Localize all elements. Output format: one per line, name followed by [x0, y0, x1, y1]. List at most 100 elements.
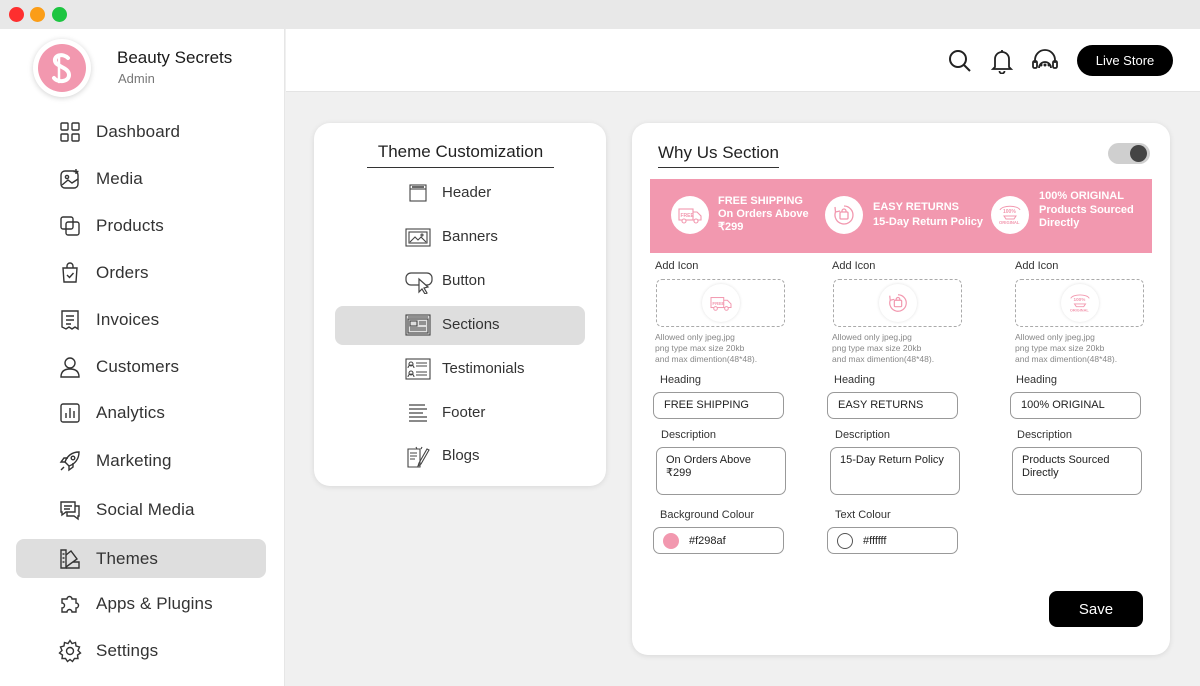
theme-item-button[interactable]: Button: [335, 262, 585, 301]
upload-hint-line: png type max size 20kb: [1015, 343, 1105, 353]
close-window-button[interactable]: [9, 7, 24, 22]
add-icon-label: Add Icon: [1015, 260, 1059, 272]
text-colour-label: Text Colour: [835, 509, 891, 521]
theme-item-blogs[interactable]: Blogs: [335, 437, 585, 476]
why-us-preview-banner: FREE FREE SHIPPING On Orders Above ₹299 …: [650, 179, 1152, 253]
sidebar-item-orders[interactable]: Orders: [16, 253, 266, 292]
themes-icon: [58, 547, 82, 571]
header-icon: [405, 182, 431, 204]
icon-upload-dropzone-1[interactable]: FREE: [656, 279, 785, 327]
preview-item-free-shipping: FREE FREE SHIPPING On Orders Above ₹299: [650, 179, 810, 253]
heading-label: Heading: [834, 374, 875, 386]
theme-item-sections[interactable]: Sections: [335, 306, 585, 345]
upload-hint-line: png type max size 20kb: [832, 343, 922, 353]
sidebar: Beauty Secrets Admin Dashboard Media Pro…: [0, 29, 285, 686]
svg-text:ORIGINAL: ORIGINAL: [999, 220, 1020, 225]
heading-input-2[interactable]: EASY RETURNS: [827, 392, 958, 419]
social-media-icon: [58, 498, 82, 522]
sidebar-item-label: Invoices: [96, 309, 160, 329]
sidebar-item-dashboard[interactable]: Dashboard: [16, 112, 266, 151]
heading-input-3[interactable]: 100% ORIGINAL: [1010, 392, 1141, 419]
background-colour-swatch[interactable]: [663, 533, 679, 549]
upload-hint-line: and max dimention(48*48).: [655, 354, 758, 364]
products-icon: [58, 214, 82, 238]
upload-hint: Allowed only jpeg,jpg png type max size …: [1015, 332, 1155, 365]
background-colour-input[interactable]: #f298af: [653, 527, 784, 554]
media-icon: [58, 167, 82, 191]
sidebar-item-settings[interactable]: Settings: [16, 631, 266, 670]
theme-item-testimonials[interactable]: Testimonials: [335, 350, 585, 389]
banners-icon: [405, 226, 431, 248]
sidebar-item-label: Marketing: [96, 450, 172, 470]
theme-item-label: Blogs: [442, 447, 480, 464]
theme-item-footer[interactable]: Footer: [335, 394, 585, 433]
preview-heading: FREE SHIPPING: [718, 195, 803, 207]
save-button[interactable]: Save: [1049, 591, 1143, 627]
svg-text:100%: 100%: [1073, 297, 1085, 302]
sidebar-item-marketing[interactable]: Marketing: [16, 441, 266, 480]
background-colour-label: Background Colour: [660, 509, 755, 521]
bell-icon[interactable]: [989, 48, 1015, 75]
sidebar-item-media[interactable]: Media: [16, 159, 266, 198]
search-icon[interactable]: [947, 48, 973, 74]
sidebar-item-social-media[interactable]: Social Media: [16, 490, 266, 529]
upload-hint-line: png type max size 20kb: [655, 343, 745, 353]
sidebar-item-themes[interactable]: Themes: [16, 539, 266, 578]
brand-logo-icon: [38, 44, 86, 92]
icon-upload-dropzone-3[interactable]: 100% ORIGINAL: [1015, 279, 1144, 327]
text-colour-input[interactable]: #ffffff: [827, 527, 958, 554]
settings-icon: [58, 638, 82, 663]
svg-text:100%: 100%: [1003, 209, 1016, 215]
theme-item-label: Banners: [442, 228, 498, 245]
sidebar-item-apps-plugins[interactable]: Apps & Plugins: [16, 584, 266, 623]
sidebar-item-invoices[interactable]: Invoices: [16, 300, 266, 339]
brand-avatar[interactable]: [33, 39, 91, 97]
theme-item-label: Button: [442, 272, 486, 289]
upload-hint-line: Allowed only jpeg,jpg: [832, 332, 912, 342]
sidebar-item-label: Themes: [96, 548, 159, 568]
description-input-1[interactable]: On Orders Above ₹299: [656, 447, 786, 495]
preview-item-easy-returns: EASY RETURNS 15-Day Return Policy: [810, 179, 983, 253]
support-headset-icon[interactable]: [1031, 48, 1058, 74]
sidebar-item-label: Analytics: [96, 402, 165, 422]
description-input-2[interactable]: 15-Day Return Policy: [830, 447, 960, 495]
svg-text:ORIGINAL: ORIGINAL: [1069, 307, 1089, 312]
analytics-icon: [58, 401, 82, 425]
minimize-window-button[interactable]: [30, 7, 45, 22]
upload-hint-line: and max dimention(48*48).: [1015, 354, 1118, 364]
preview-description: On Orders Above ₹299: [718, 208, 809, 233]
sidebar-item-label: Social Media: [96, 499, 195, 519]
theme-item-label: Footer: [442, 404, 486, 421]
heading-label: Heading: [1016, 374, 1057, 386]
preview-text-block: 100% ORIGINAL Products Sourced Directly: [1039, 190, 1149, 230]
theme-item-header[interactable]: Header: [335, 174, 585, 213]
sidebar-item-analytics[interactable]: Analytics: [16, 393, 266, 432]
svg-text:FREE: FREE: [681, 213, 695, 219]
sidebar-item-label: Customers: [96, 356, 180, 376]
description-input-3[interactable]: Products Sourced Directly: [1012, 447, 1142, 495]
maximize-window-button[interactable]: [52, 7, 67, 22]
sidebar-item-customers[interactable]: Customers: [16, 347, 266, 386]
theme-customization-panel: Theme Customization Header Banners Butto…: [314, 123, 606, 486]
customers-icon: [58, 355, 82, 379]
heading-input-1[interactable]: FREE SHIPPING: [653, 392, 784, 419]
testimonials-icon: [405, 358, 431, 380]
why-us-enable-toggle[interactable]: [1108, 143, 1150, 164]
upload-hint: Allowed only jpeg,jpg png type max size …: [832, 332, 972, 365]
theme-item-label: Sections: [442, 316, 500, 333]
upload-hint-line: and max dimention(48*48).: [832, 354, 935, 364]
background-colour-value: #f298af: [689, 535, 726, 547]
theme-item-banners[interactable]: Banners: [335, 218, 585, 257]
icon-upload-dropzone-2[interactable]: [833, 279, 962, 327]
orders-icon: [58, 261, 82, 285]
footer-icon: [405, 402, 431, 424]
sidebar-item-products[interactable]: Products: [16, 206, 266, 245]
live-store-button[interactable]: Live Store: [1077, 45, 1173, 76]
text-colour-swatch[interactable]: [837, 533, 853, 549]
description-label: Description: [835, 429, 891, 441]
upload-hint-line: Allowed only jpeg,jpg: [1015, 332, 1095, 342]
text-colour-value: #ffffff: [863, 535, 887, 547]
free-shipping-icon: FREE: [701, 284, 740, 322]
preview-heading: 100% ORIGINAL: [1039, 190, 1124, 202]
upload-hint-line: Allowed only jpeg,jpg: [655, 332, 735, 342]
